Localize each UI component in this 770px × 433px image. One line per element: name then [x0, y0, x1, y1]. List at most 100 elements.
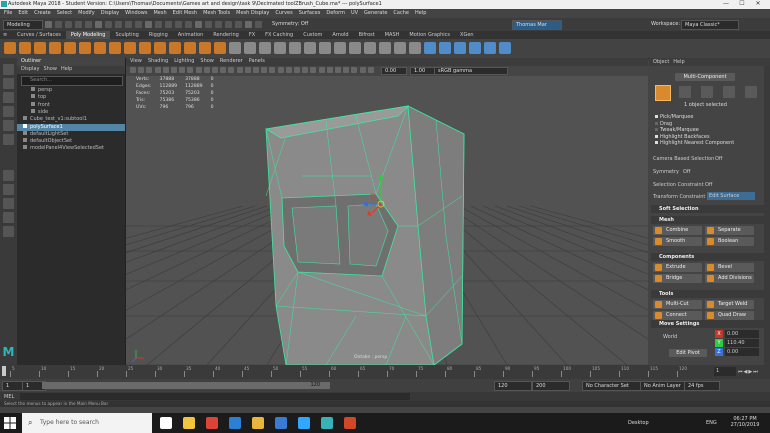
- status-line-tool-icon[interactable]: [115, 21, 122, 28]
- current-frame-field[interactable]: 1: [714, 367, 736, 376]
- viewport-toolbar-icon[interactable]: [171, 67, 177, 73]
- bevel-icon[interactable]: [334, 42, 346, 54]
- soccer-ball-icon[interactable]: [199, 42, 211, 54]
- move-settings-header[interactable]: Move Settings: [651, 320, 764, 328]
- shelf-tab-rendering[interactable]: Rendering: [208, 31, 244, 39]
- toolkit-menu-object[interactable]: Object: [653, 58, 669, 66]
- move-tool-icon[interactable]: [3, 106, 14, 117]
- shelf-tab-sculpting[interactable]: Sculpting: [110, 31, 143, 39]
- multi-cut-button[interactable]: Multi-Cut: [653, 300, 702, 309]
- bridge-button[interactable]: Bridge: [653, 274, 702, 283]
- folder-icon[interactable]: [252, 417, 264, 429]
- multi-component-button[interactable]: Multi-Component: [675, 73, 735, 81]
- photoshop-icon[interactable]: [298, 417, 310, 429]
- menu-item-surfaces[interactable]: Surfaces: [299, 10, 321, 16]
- world-label[interactable]: World: [663, 334, 677, 340]
- lasso-tool-icon[interactable]: [3, 78, 14, 89]
- store-icon[interactable]: [275, 417, 287, 429]
- edit-pivot-button[interactable]: Edit Pivot: [669, 349, 707, 357]
- menu-item-mesh-tools[interactable]: Mesh Tools: [203, 10, 230, 16]
- quad-draw-button[interactable]: Quad Draw: [705, 311, 754, 320]
- status-line-tool-icon[interactable]: [85, 21, 92, 28]
- pipe-icon[interactable]: [154, 42, 166, 54]
- outliner-item[interactable]: side: [17, 108, 125, 116]
- camera-based-selection-value[interactable]: Off: [715, 156, 722, 162]
- viewport-toolbar-icon[interactable]: [351, 67, 358, 73]
- range-bar[interactable]: 120: [42, 382, 330, 389]
- time-slider[interactable]: 1 ⏮◀▶⏭ 5 10 15 20 25 30 35 40 45 50 55 60 65 70 75 80 85…: [0, 365, 770, 379]
- target-weld-icon[interactable]: [379, 42, 391, 54]
- menu-item-edit-mesh[interactable]: Edit Mesh: [173, 10, 197, 16]
- viewport-toolbar-icon[interactable]: [335, 67, 341, 73]
- torus-icon[interactable]: [64, 42, 76, 54]
- viewport-toolbar-icon[interactable]: [343, 67, 350, 73]
- toolkit-option[interactable]: Pick/Marquee: [655, 114, 693, 120]
- cube-icon[interactable]: [19, 42, 31, 54]
- anim-layer-select[interactable]: No Anim Layer: [640, 381, 686, 391]
- extrude-button[interactable]: Extrude: [653, 263, 702, 272]
- user-account-button[interactable]: Thomas Mar: [512, 20, 562, 30]
- viewport-toolbar-icon[interactable]: [146, 67, 153, 73]
- target-weld-button[interactable]: Target Weld: [705, 300, 754, 309]
- outliner-item[interactable]: top: [17, 94, 125, 101]
- status-line-tool-icon[interactable]: [195, 21, 202, 28]
- cylinder-icon[interactable]: [34, 42, 46, 54]
- rotate-tool-icon[interactable]: [3, 120, 14, 131]
- viewport-toolbar-icon[interactable]: [162, 67, 169, 73]
- status-line-tool-icon[interactable]: [75, 21, 82, 28]
- viewport-toolbar-icon[interactable]: [138, 67, 145, 73]
- menu-item-generate[interactable]: Generate: [364, 10, 387, 16]
- playback-controls[interactable]: ⏮◀▶⏭: [738, 369, 759, 375]
- color-space-select[interactable]: sRGB gamma: [434, 67, 508, 75]
- four-pane-layout-icon[interactable]: [3, 184, 14, 195]
- status-line-tool-icon[interactable]: [235, 21, 242, 28]
- maximize-button[interactable]: ☐: [734, 0, 750, 7]
- shelf-tab-curves-surfaces[interactable]: Curves / Surfaces: [12, 31, 66, 39]
- viewport-toolbar-icon[interactable]: [130, 67, 136, 73]
- viewport-toolbar-icon[interactable]: [195, 67, 202, 73]
- status-line-tool-icon[interactable]: [55, 21, 62, 28]
- soft-selection-header[interactable]: Soft Selection: [651, 205, 764, 213]
- bevel-button[interactable]: Bevel: [705, 263, 754, 272]
- combine-icon[interactable]: [229, 42, 241, 54]
- viewport-panel[interactable]: View Shading Lighting Show Renderer Panels 0.…: [126, 58, 648, 365]
- smooth-icon[interactable]: [259, 42, 271, 54]
- shelf-menu-icon[interactable]: ≡: [0, 31, 12, 39]
- gear-icon[interactable]: [184, 42, 196, 54]
- status-line-tool-icon[interactable]: [215, 21, 222, 28]
- separate-icon[interactable]: [244, 42, 256, 54]
- viewport-toolbar-icon[interactable]: [326, 67, 333, 73]
- outliner-item[interactable]: Cube_test_v1:subtool1: [17, 116, 125, 123]
- shelf-tab-xgen[interactable]: XGen: [455, 31, 479, 39]
- mirror-icon[interactable]: [409, 42, 421, 54]
- symmetry-status[interactable]: Symmetry: Off: [272, 21, 308, 27]
- menu-item-file[interactable]: File: [4, 10, 12, 16]
- uv-mode-icon[interactable]: [745, 86, 757, 98]
- toolkit-option[interactable]: Highlight Backfaces: [655, 134, 710, 140]
- viewport-toolbar-icon[interactable]: [154, 67, 161, 73]
- outliner-item[interactable]: persp: [17, 87, 125, 94]
- viewport-menu-renderer[interactable]: Renderer: [220, 58, 243, 64]
- persp-outliner-layout-icon[interactable]: [3, 212, 14, 223]
- boolean-diff-icon[interactable]: [289, 42, 301, 54]
- windows-start-icon[interactable]: [4, 417, 16, 429]
- viewport-toolbar-icon[interactable]: [212, 67, 218, 73]
- single-pane-layout-icon[interactable]: [3, 170, 14, 181]
- viewport-toolbar-icon[interactable]: [261, 67, 268, 73]
- vertex-mode-icon[interactable]: [679, 86, 691, 98]
- status-line-tool-icon[interactable]: [135, 21, 142, 28]
- current-frame-marker[interactable]: [2, 366, 6, 376]
- outliner-menu-help[interactable]: Help: [61, 66, 72, 72]
- axis-y-field[interactable]: 110.40: [725, 339, 759, 347]
- viewport-scene[interactable]: Ontake : persp: [126, 76, 648, 365]
- viewport-menu-show[interactable]: Show: [200, 58, 214, 64]
- viewport-toolbar-icon[interactable]: [253, 67, 259, 73]
- plane-icon[interactable]: [79, 42, 91, 54]
- viewport-toolbar-icon[interactable]: [294, 67, 300, 73]
- menu-item-edit[interactable]: Edit: [18, 10, 28, 16]
- fps-select[interactable]: 24 fps: [684, 381, 720, 391]
- menu-item-mesh-display[interactable]: Mesh Display: [236, 10, 269, 16]
- platonic-icon[interactable]: [109, 42, 121, 54]
- prism-icon[interactable]: [139, 42, 151, 54]
- command-input[interactable]: [20, 393, 410, 400]
